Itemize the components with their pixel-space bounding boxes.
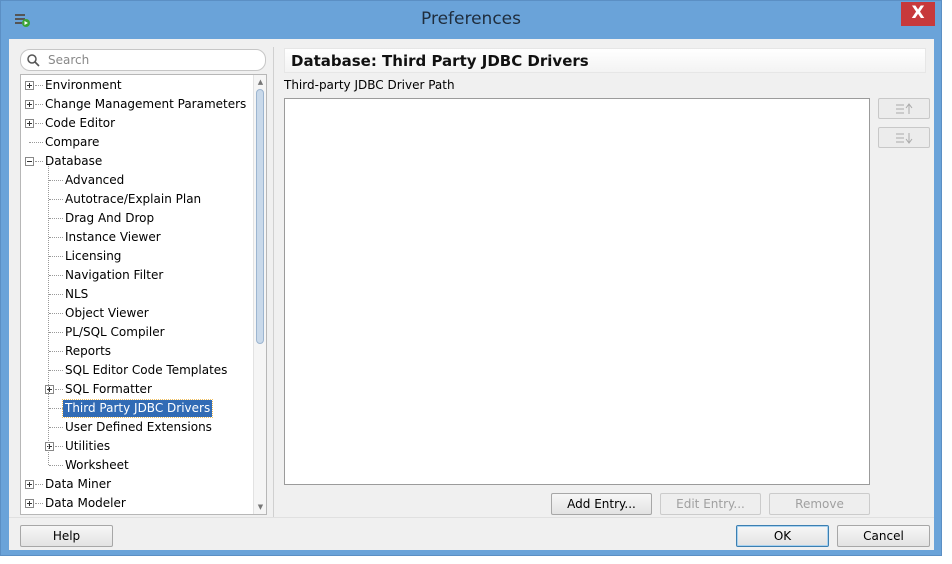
edit-entry-button[interactable]: Edit Entry...	[660, 493, 761, 515]
tree-item-label: Instance Viewer	[65, 230, 161, 244]
help-button[interactable]: Help	[20, 525, 113, 547]
tree-connector-line	[35, 85, 43, 86]
tree-connector-line	[55, 446, 63, 447]
tree-scrollbar[interactable]: ▲ ▼	[253, 75, 266, 514]
cancel-button[interactable]: Cancel	[837, 525, 930, 547]
tree-item-label: Database	[45, 154, 103, 168]
tree-connector-line	[35, 104, 43, 105]
search-icon	[27, 54, 40, 67]
tree-connector-line	[49, 408, 63, 409]
tree-connector-line	[49, 294, 63, 295]
footer-divider	[9, 517, 934, 518]
tree-item-label: Data Modeler	[45, 496, 126, 510]
close-icon: X	[911, 3, 925, 23]
expand-icon[interactable]	[45, 442, 54, 451]
search-input[interactable]	[46, 52, 256, 68]
page-header: Database: Third Party JDBC Drivers	[284, 48, 926, 73]
tree-item-label: Reports	[65, 344, 112, 358]
tree-item-label: Worksheet	[65, 458, 129, 472]
tree-item-label: Drag And Drop	[65, 211, 155, 225]
window-title: Preferences	[421, 9, 521, 29]
expand-icon[interactable]	[25, 499, 34, 508]
tree-item-label: Environment	[45, 78, 122, 92]
close-button[interactable]: X	[901, 2, 935, 26]
tree-connector-line	[35, 484, 43, 485]
add-entry-button[interactable]: Add Entry...	[551, 493, 652, 515]
move-down-icon	[896, 133, 913, 144]
tree-connector-line	[35, 503, 43, 504]
scroll-up-arrow-icon[interactable]: ▲	[254, 76, 266, 88]
tree-item-label: Navigation Filter	[65, 268, 164, 282]
tree-item-label: Code Editor	[45, 116, 116, 130]
expand-icon[interactable]	[45, 385, 54, 394]
tree-connector-line	[49, 427, 63, 428]
tree-item-label: SQL Editor Code Templates	[65, 363, 228, 377]
tree-connector-line	[35, 123, 43, 124]
remove-button[interactable]: Remove	[769, 493, 870, 515]
tree-connector-line	[35, 161, 43, 162]
tree-connector-line	[49, 180, 63, 181]
collapse-icon[interactable]	[25, 157, 34, 166]
tree-item-label: Change Management Parameters	[45, 97, 247, 111]
panel-splitter[interactable]	[273, 47, 274, 517]
tree-item-label: Compare	[45, 135, 100, 149]
tree-item-label: Advanced	[65, 173, 125, 187]
tree-item-label: PL/SQL Compiler	[65, 325, 165, 339]
tree-item-label: Licensing	[65, 249, 122, 263]
tree-connector-line	[49, 370, 63, 371]
tree-connector-line	[49, 332, 63, 333]
tree-connector-line	[49, 313, 63, 314]
expand-icon[interactable]	[25, 81, 34, 90]
driver-path-label: Third-party JDBC Driver Path	[284, 78, 455, 92]
tree-item-label: NLS	[65, 287, 89, 301]
background-edge	[944, 0, 952, 564]
tree-connector-line	[49, 237, 63, 238]
tree-connector-line	[48, 166, 49, 465]
tree-item-label: Utilities	[65, 439, 111, 453]
scrollbar-thumb[interactable]	[256, 89, 264, 344]
dialog-body: Environment Change Management Parameters C…	[9, 39, 934, 550]
expand-icon[interactable]	[25, 100, 34, 109]
page-title: Database: Third Party JDBC Drivers	[291, 52, 589, 70]
tree-connector-line	[29, 142, 43, 143]
tree-connector-line	[49, 275, 63, 276]
tree-item-label: Autotrace/Explain Plan	[65, 192, 202, 206]
tree-item-label: SQL Formatter	[65, 382, 152, 396]
tree-item-label: Data Miner	[45, 477, 112, 491]
expand-icon[interactable]	[25, 119, 34, 128]
move-down-button[interactable]	[878, 127, 930, 148]
tree-item-label: Third Party JDBC Drivers	[61, 399, 214, 418]
tree-connector-line	[49, 218, 63, 219]
tree-connector-line	[49, 465, 63, 466]
move-up-button[interactable]	[878, 98, 930, 119]
preferences-window: Preferences X Environment Change Manageme…	[0, 0, 942, 556]
tree-item-label: User Defined Extensions	[65, 420, 212, 434]
search-field[interactable]	[20, 49, 266, 71]
move-up-icon	[896, 103, 913, 114]
scroll-down-arrow-icon[interactable]: ▼	[254, 501, 266, 513]
tree-connector-line	[49, 351, 63, 352]
driver-path-list[interactable]	[284, 98, 870, 485]
tree-connector-line	[49, 256, 63, 257]
expand-icon[interactable]	[25, 480, 34, 489]
tree-connector-line	[49, 199, 63, 200]
preferences-tree[interactable]: Environment Change Management Parameters C…	[20, 74, 267, 515]
tree-item-label: Object Viewer	[65, 306, 149, 320]
title-bar[interactable]: Preferences X	[1, 1, 941, 39]
tree-connector-line	[55, 389, 63, 390]
ok-button[interactable]: OK	[736, 525, 829, 547]
